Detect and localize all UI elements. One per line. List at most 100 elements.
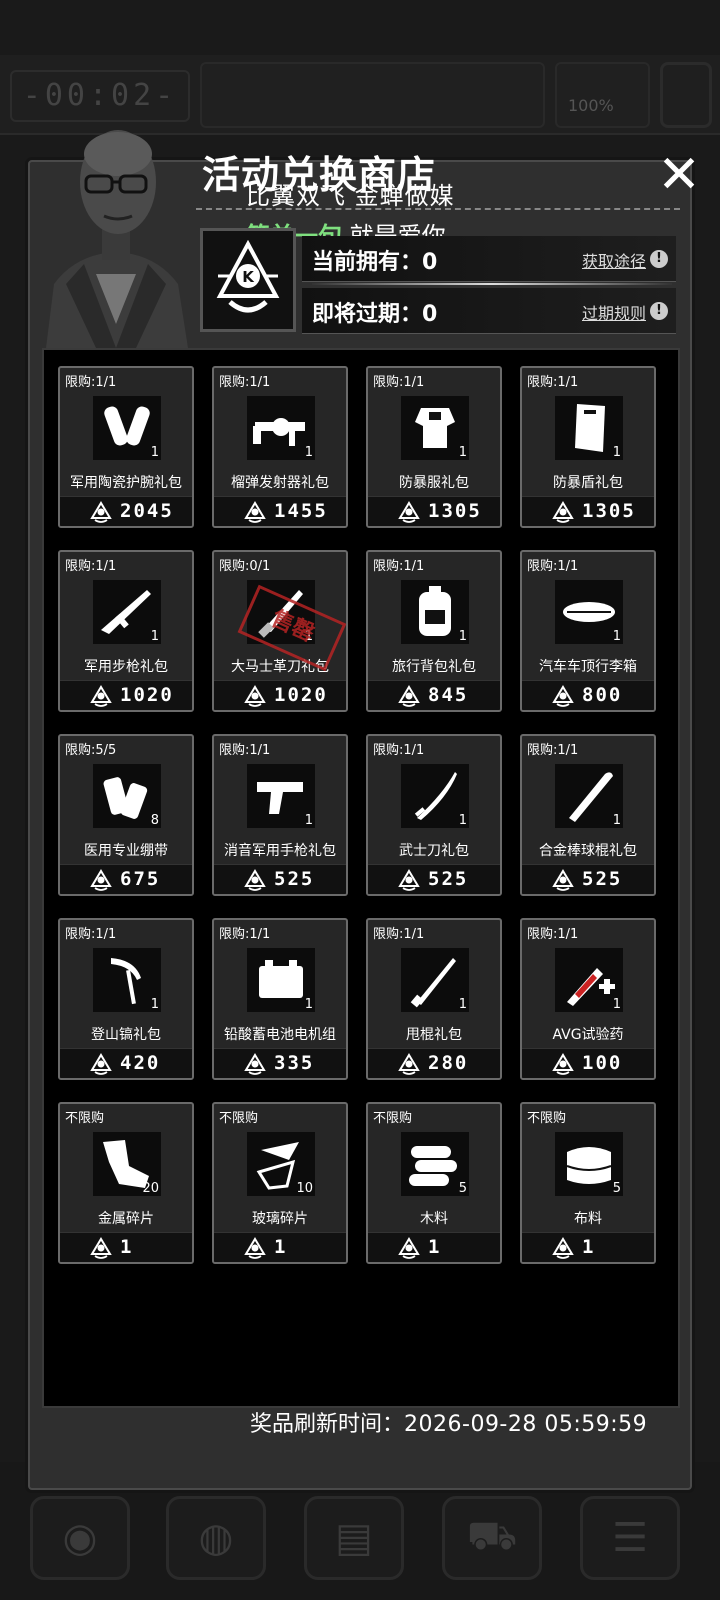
item-name: 医用专业绷带 bbox=[84, 843, 168, 859]
item-icon-box: 8 bbox=[93, 764, 161, 828]
item-name: AVG试验药 bbox=[552, 1027, 624, 1043]
item-name: 甩棍礼包 bbox=[406, 1027, 462, 1043]
k-token-icon bbox=[90, 1053, 112, 1075]
item-price: 845 bbox=[428, 684, 469, 706]
item-price: 800 bbox=[582, 684, 623, 706]
k-token-icon bbox=[90, 685, 112, 707]
price-bar: 1 bbox=[368, 1232, 500, 1262]
purchase-limit: 限购:1/1 bbox=[527, 927, 579, 942]
battery-panel bbox=[555, 62, 650, 128]
k-token-icon bbox=[552, 1053, 574, 1075]
purchase-limit: 不限购 bbox=[65, 1111, 105, 1126]
purchase-limit: 限购:1/1 bbox=[219, 927, 271, 942]
shop-item-card[interactable]: 限购:1/1 1 合金棒球棍礼包 525 bbox=[520, 734, 656, 896]
shop-item-card[interactable]: 限购:1/1 1 登山镐礼包 420 bbox=[58, 918, 194, 1080]
item-quantity: 1 bbox=[150, 997, 159, 1012]
riot-shield-icon bbox=[575, 404, 605, 452]
k-token-icon bbox=[90, 869, 112, 891]
purchase-limit: 限购:1/1 bbox=[219, 375, 271, 390]
katana-icon bbox=[414, 772, 457, 820]
item-price: 1020 bbox=[120, 684, 174, 706]
battery-icon bbox=[259, 960, 303, 998]
item-price: 100 bbox=[582, 1052, 623, 1074]
item-name: 登山镐礼包 bbox=[91, 1027, 161, 1043]
item-name: 消音军用手枪礼包 bbox=[224, 843, 336, 859]
expire-rules-link[interactable]: 过期规则 bbox=[582, 300, 646, 324]
shop-item-card[interactable]: 限购:0/1 1 大马士革刀礼包 1020 售罄 bbox=[212, 550, 348, 712]
item-price: 2045 bbox=[120, 500, 174, 522]
purchase-limit: 限购:1/1 bbox=[527, 743, 579, 758]
info-divider bbox=[312, 283, 672, 285]
shop-item-card[interactable]: 限购:1/1 1 防暴盾礼包 1305 bbox=[520, 366, 656, 528]
shop-item-card[interactable]: 限购:1/1 1 铅酸蓄电池电机组 335 bbox=[212, 918, 348, 1080]
expiring-label: 即将过期：0 bbox=[312, 302, 438, 327]
shop-item-card[interactable]: 不限购 20 金属碎片 1 bbox=[58, 1102, 194, 1264]
shop-item-card[interactable]: 限购:1/1 1 军用陶瓷护腕礼包 2045 bbox=[58, 366, 194, 528]
shop-item-card[interactable]: 不限购 5 木料 1 bbox=[366, 1102, 502, 1264]
item-icon-box: 1 bbox=[555, 396, 623, 460]
price-bar: 525 bbox=[368, 864, 500, 894]
k-token-icon bbox=[90, 1237, 112, 1259]
baton-icon bbox=[410, 958, 456, 1008]
item-price: 525 bbox=[428, 868, 469, 890]
purchase-limit: 限购:1/1 bbox=[65, 559, 117, 574]
brain-icon: ◍ bbox=[198, 1515, 234, 1561]
item-icon-box: 20 bbox=[93, 1132, 161, 1196]
shop-item-card[interactable]: 限购:1/1 1 汽车车顶行李箱 800 bbox=[520, 550, 656, 712]
close-button[interactable]: ✕ bbox=[652, 149, 706, 204]
price-bar: 2045 bbox=[60, 496, 192, 526]
price-bar: 845 bbox=[368, 680, 500, 710]
item-quantity: 8 bbox=[150, 813, 159, 828]
help-icon[interactable]: ! bbox=[650, 302, 668, 320]
shop-item-card[interactable]: 限购:1/1 1 消音军用手枪礼包 525 bbox=[212, 734, 348, 896]
nav-backpack-button[interactable]: ◉ bbox=[30, 1496, 130, 1580]
price-bar: 1305 bbox=[368, 496, 500, 526]
item-icon-box: 1 bbox=[247, 764, 315, 828]
item-quantity: 1 bbox=[612, 997, 621, 1012]
item-name: 武士刀礼包 bbox=[399, 843, 469, 859]
obtain-method-link[interactable]: 获取途径 bbox=[582, 248, 646, 272]
help-icon[interactable]: ! bbox=[650, 250, 668, 268]
roof-box-icon bbox=[563, 602, 615, 622]
shop-item-card[interactable]: 限购:5/5 8 医用专业绷带 675 bbox=[58, 734, 194, 896]
k-token-icon bbox=[552, 869, 574, 891]
purchase-limit: 限购:5/5 bbox=[65, 743, 117, 758]
item-quantity: 1 bbox=[612, 445, 621, 460]
shop-item-card[interactable]: 限购:1/1 1 旅行背包礼包 845 bbox=[366, 550, 502, 712]
hud-menu-box[interactable] bbox=[660, 62, 712, 128]
shop-item-card[interactable]: 限购:1/1 1 武士刀礼包 525 bbox=[366, 734, 502, 896]
purchase-limit: 限购:0/1 bbox=[219, 559, 271, 574]
shop-item-card[interactable]: 限购:1/1 1 甩棍礼包 280 bbox=[366, 918, 502, 1080]
shop-item-card[interactable]: 限购:1/1 1 AVG试验药 100 bbox=[520, 918, 656, 1080]
item-icon-box: 5 bbox=[401, 1132, 469, 1196]
syringe-icon bbox=[567, 968, 615, 1006]
shop-item-card[interactable]: 限购:1/1 1 榴弹发射器礼包 1455 bbox=[212, 366, 348, 528]
price-bar: 1305 bbox=[522, 496, 654, 526]
backpack-nav-icon: ◉ bbox=[62, 1515, 98, 1561]
item-icon-box: 1 bbox=[247, 396, 315, 460]
k-token-icon bbox=[552, 501, 574, 523]
item-price: 1020 bbox=[274, 684, 328, 706]
purchase-limit: 限购:1/1 bbox=[373, 375, 425, 390]
nav-skills-button[interactable]: ◍ bbox=[166, 1496, 266, 1580]
item-price: 335 bbox=[274, 1052, 315, 1074]
item-price: 525 bbox=[274, 868, 315, 890]
price-bar: 1020 bbox=[60, 680, 192, 710]
item-icon-box: 1 bbox=[555, 764, 623, 828]
nav-notes-button[interactable]: ▤ bbox=[304, 1496, 404, 1580]
nav-menu-button[interactable]: ☰ bbox=[580, 1496, 680, 1580]
bandage-icon bbox=[103, 777, 148, 819]
shop-item-card[interactable]: 不限购 5 布料 1 bbox=[520, 1102, 656, 1264]
purchase-limit: 限购:1/1 bbox=[527, 559, 579, 574]
shop-item-card[interactable]: 限购:1/1 1 军用步枪礼包 1020 bbox=[58, 550, 194, 712]
shop-item-card[interactable]: 限购:1/1 1 防暴服礼包 1305 bbox=[366, 366, 502, 528]
nav-shop-button[interactable]: ⛟ bbox=[442, 1496, 542, 1580]
rifle-icon bbox=[101, 590, 151, 634]
shop-item-card[interactable]: 不限购 10 玻璃碎片 1 bbox=[212, 1102, 348, 1264]
item-quantity: 10 bbox=[296, 1181, 313, 1196]
price-bar: 1 bbox=[60, 1232, 192, 1262]
item-icon-box: 1 bbox=[401, 580, 469, 644]
item-price: 1305 bbox=[582, 500, 636, 522]
price-bar: 1455 bbox=[214, 496, 346, 526]
backpack-icon bbox=[419, 586, 451, 636]
